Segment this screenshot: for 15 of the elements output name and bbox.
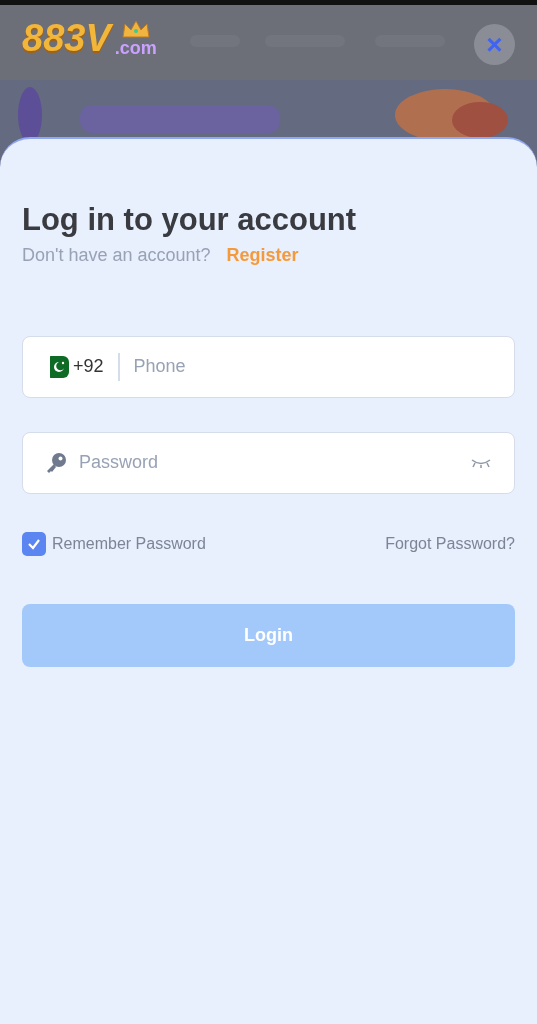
logo-suffix: .com — [114, 39, 157, 57]
crown-icon — [120, 19, 151, 39]
password-field[interactable]: Password — [22, 431, 515, 494]
password-input[interactable]: Password — [79, 449, 470, 477]
register-link[interactable]: Register — [226, 241, 299, 269]
key-icon — [45, 451, 67, 474]
page-title: Log in to your account — [22, 201, 358, 239]
forgot-password-link[interactable]: Forgot Password? — [385, 531, 515, 556]
eye-closed-icon[interactable] — [470, 456, 492, 469]
register-prompt: Don't have an account? — [22, 243, 211, 267]
remember-checkbox[interactable] — [22, 531, 46, 556]
remember-label: Remember Password — [52, 533, 206, 554]
phone-field[interactable]: +92 Phone — [22, 335, 515, 398]
flag-icon — [45, 355, 69, 378]
country-code[interactable]: +92 — [73, 353, 104, 381]
